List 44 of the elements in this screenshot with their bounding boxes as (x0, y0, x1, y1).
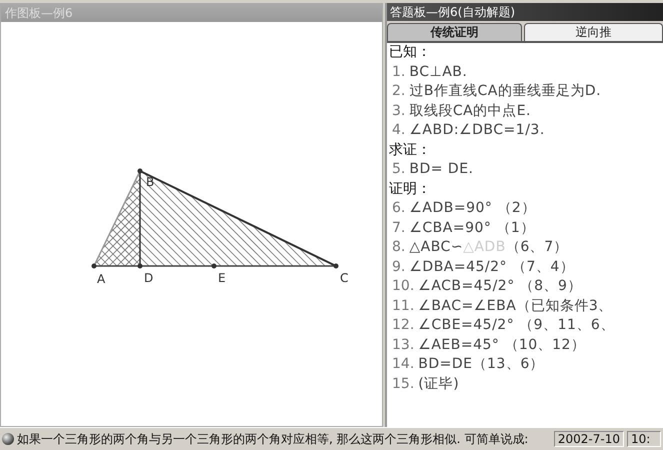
point-label: D (144, 271, 154, 285)
step-number: 14. (392, 356, 414, 372)
step-number: 3. (392, 102, 406, 118)
point-label: A (97, 272, 106, 286)
status-message: 如果一个三角形的两个角与另一个三角形的两个角对应相等, 那么这两个三角形相似. 可简单说成: (17, 430, 530, 448)
step-number: 12. (392, 317, 414, 333)
step-number: 10. (392, 278, 414, 294)
step-number: 11. (392, 298, 414, 314)
step-number: 8. (392, 239, 406, 255)
section-heading: 求证： (389, 140, 432, 160)
tab[interactable]: 传统证明 (387, 23, 522, 41)
proof-statement: ∠ABD:∠DBC=1/3. (409, 122, 545, 138)
proof-statement: ∠ADB=90° （2） (409, 200, 536, 216)
proof-statement: ∠CBA=90° （1） (409, 220, 535, 236)
step-number: 4. (392, 122, 406, 138)
proof-statement: ∠AEB=45° （10、12） (418, 336, 586, 352)
proof-statement: BD= DE. (409, 161, 474, 177)
panel-title: 作图板—例6 (1, 4, 382, 22)
section-heading: 证明： (389, 180, 432, 198)
step-number: 1. (392, 64, 406, 80)
panel-title: 答题板—例6(自动解题) (387, 3, 663, 21)
point-label: E (218, 271, 226, 285)
proof-statement: (证毕) (418, 376, 460, 392)
status-date: 2002-7-10 (554, 431, 624, 447)
step-number: 7. (392, 220, 406, 236)
proof-statement: ∠CBE=45/2° （9、11、6、 (418, 317, 615, 333)
proof-statement: BD=DE（13、6） (418, 356, 544, 372)
step-number: 6. (392, 200, 406, 216)
proof-statement: 取线段CA的中点E. (409, 102, 532, 118)
status-time: 10: (627, 431, 661, 447)
step-number: 9. (392, 258, 406, 274)
proof-statement: BC⊥AB. (409, 64, 468, 80)
step-number: 5. (392, 161, 406, 177)
proof-statement: ∠DBA=45/2° （7、4） (409, 258, 574, 274)
point-label: C (340, 271, 348, 285)
proof-statement: ∠BAC=∠EBA（已知条件3、 (418, 298, 613, 314)
proof-statement: 过B作直线CA的垂线垂足为D. (409, 83, 602, 99)
proof-statement: ∠ACB=45/2° （8、9） (418, 278, 582, 294)
step-number: 2. (392, 83, 406, 99)
section-heading: 已知： (389, 43, 432, 62)
status-icon (2, 433, 14, 445)
tab[interactable]: 逆向推 (524, 23, 663, 41)
step-number: 13. (392, 336, 414, 352)
step-number: 15. (392, 376, 414, 392)
